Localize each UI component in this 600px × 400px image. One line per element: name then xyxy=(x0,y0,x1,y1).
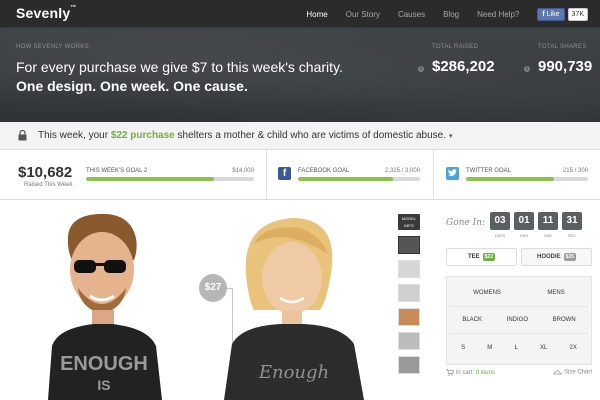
size-chart-link[interactable]: Size Chart xyxy=(552,369,592,376)
timer-days: 03 DAYS xyxy=(490,212,510,238)
purchase-amount: $22 purchase xyxy=(110,130,175,141)
twitter-goal: TWITTER GOAL 215 / 300 xyxy=(466,168,588,181)
facebook-like-count: 37K xyxy=(567,7,588,21)
svg-text:Enough: Enough xyxy=(258,362,329,383)
thumbnail-female-side[interactable] xyxy=(398,308,420,326)
total-raised-label: TOTAL RAISED xyxy=(432,44,479,50)
svg-text:ENOUGH: ENOUGH xyxy=(60,353,148,375)
total-shares-value: 990,739 xyxy=(538,58,593,75)
hero-tagline: One design. One week. One cause. xyxy=(16,78,248,94)
cart-item-count[interactable]: 0 items xyxy=(476,370,495,376)
total-raised-stat: TOTAL RAISED $286,202 xyxy=(432,44,495,75)
info-icon[interactable]: i xyxy=(418,66,424,72)
model-info-button[interactable]: MODEL INFO xyxy=(398,214,420,230)
nav-home[interactable]: Home xyxy=(306,10,327,19)
color-black-option[interactable]: BLACK xyxy=(462,317,482,323)
size-row: S M L XL 2X xyxy=(450,334,588,361)
charity-statement: This week, your $22 purchase shelters a … xyxy=(38,130,453,141)
hanger-icon xyxy=(552,369,563,375)
female-model-photo: Enough xyxy=(224,218,364,400)
product-type-selector: TEE $22 HOODIE $35 xyxy=(446,248,592,266)
svg-text:IS: IS xyxy=(97,377,110,393)
fit-mens-option[interactable]: MENS xyxy=(547,290,564,296)
twitter-icon[interactable] xyxy=(446,167,459,180)
fit-womens-option[interactable]: WOMENS xyxy=(473,290,501,296)
charity-bar[interactable]: This week, your $22 purchase shelters a … xyxy=(0,122,600,150)
male-model-photo: ENOUGH IS xyxy=(48,213,162,400)
hero-kicker: HOW SEVENLY WORKS xyxy=(16,44,89,50)
raised-this-week-value: $10,682 xyxy=(18,164,73,181)
sevenly-logo[interactable]: Sevenly™ xyxy=(16,5,77,21)
timer-seconds: 31 SEC xyxy=(562,212,582,238)
chevron-down-icon[interactable]: ▾ xyxy=(449,133,453,140)
facebook-like-widget: f Like 37K xyxy=(537,7,588,21)
cart-icon xyxy=(446,369,455,376)
size-m-option[interactable]: M xyxy=(487,345,492,351)
options-grid: WOMENS MENS BLACK INDIGO BROWN S M L XL … xyxy=(446,276,592,365)
nav-our-story[interactable]: Our Story xyxy=(346,10,380,19)
color-row: BLACK INDIGO BROWN xyxy=(450,307,588,334)
color-indigo-option[interactable]: INDIGO xyxy=(507,317,528,323)
info-icon[interactable]: i xyxy=(524,66,530,72)
thumbnail-female-front[interactable] xyxy=(398,284,420,302)
tee-option-button[interactable]: TEE $22 xyxy=(446,248,517,266)
timer-minutes: 11 MIN xyxy=(538,212,558,238)
page: Sevenly™ Home Our Story Causes Blog Need… xyxy=(0,0,600,400)
thumbnail-male-front[interactable] xyxy=(398,260,420,278)
weekly-goal-progress xyxy=(86,177,254,181)
size-2x-option[interactable]: 2X xyxy=(570,345,577,351)
total-shares-stat: TOTAL SHARES 990,739 xyxy=(538,44,592,75)
thumbnail-models[interactable] xyxy=(398,236,420,254)
facebook-like-button[interactable]: f Like xyxy=(537,7,565,21)
facebook-goal-progress xyxy=(298,177,420,181)
facebook-icon: f xyxy=(542,10,545,18)
cart-status: In cart: 0 items Size Chart xyxy=(446,369,592,376)
color-brown-option[interactable]: BROWN xyxy=(553,317,576,323)
top-navigation-bar: Sevenly™ Home Our Story Causes Blog Need… xyxy=(0,0,600,28)
nav-blog[interactable]: Blog xyxy=(443,10,459,19)
hero-banner: HOW SEVENLY WORKS For every purchase we … xyxy=(0,28,600,122)
total-shares-label: TOTAL SHARES xyxy=(538,44,587,50)
raised-this-week-label: Raised This Week xyxy=(24,182,73,188)
price-badge: $27 xyxy=(199,274,227,302)
thumbnail-design-detail[interactable] xyxy=(398,356,420,374)
facebook-icon[interactable]: f xyxy=(278,167,291,180)
main-nav: Home Our Story Causes Blog Need Help? fL… xyxy=(306,0,588,28)
gone-in-label: Gone In: xyxy=(446,218,485,228)
goals-row: $10,682 Raised This Week THIS WEEK'S GOA… xyxy=(0,150,600,200)
thumbnail-design[interactable] xyxy=(398,332,420,350)
nav-causes[interactable]: Causes xyxy=(398,10,425,19)
hoodie-option-button[interactable]: HOODIE $35 xyxy=(521,248,592,266)
twitter-goal-progress xyxy=(466,177,588,181)
timer-hours: 01 HRS xyxy=(514,212,534,238)
countdown-timer: Gone In: 03 DAYS 01 HRS 11 MIN 31 SEC xyxy=(446,212,592,238)
hero-headline: For every purchase we give $7 to this we… xyxy=(16,59,343,75)
product-thumbnails: MODEL INFO xyxy=(398,214,422,374)
fit-row: WOMENS MENS xyxy=(450,280,588,307)
lock-icon xyxy=(18,130,27,141)
size-s-option[interactable]: S xyxy=(461,345,465,351)
product-area: ENOUGH IS $27 Enough MODEL INFO Gone In:… xyxy=(0,200,600,400)
weekly-goal: THIS WEEK'S GOAL 2 $14,000 xyxy=(86,168,254,181)
total-raised-value: $286,202 xyxy=(432,58,495,75)
size-l-option[interactable]: L xyxy=(514,345,517,351)
purchase-panel: Gone In: 03 DAYS 01 HRS 11 MIN 31 SEC TEE $22… xyxy=(446,212,592,376)
size-xl-option[interactable]: XL xyxy=(540,345,547,351)
facebook-goal: FACEBOOK GOAL 2,325 / 3,000 xyxy=(298,168,420,181)
nav-need-help[interactable]: Need Help? xyxy=(477,10,519,19)
